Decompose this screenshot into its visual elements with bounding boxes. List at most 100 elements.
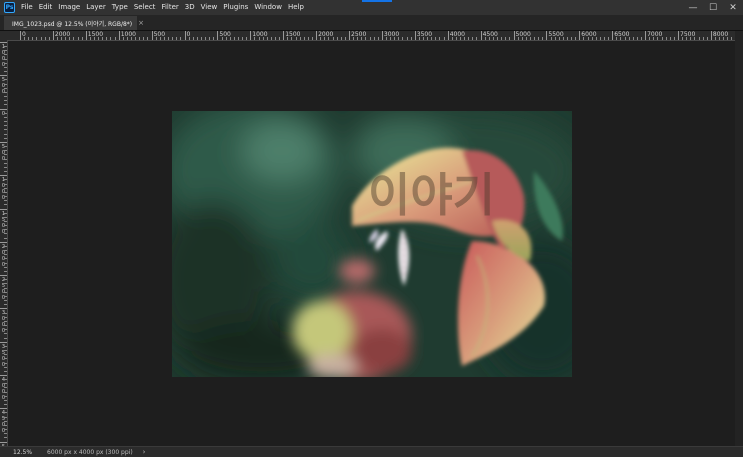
ruler-v-minor-tick — [4, 212, 7, 214]
ruler-h-major-tick — [612, 31, 614, 40]
ruler-h-minor-tick — [357, 37, 359, 40]
ruler-v-minor-tick — [4, 245, 7, 247]
menu-filter[interactable]: Filter — [161, 0, 178, 15]
document-info[interactable]: 6000 px x 4000 px (300 ppi) — [47, 449, 133, 456]
document-tab[interactable]: IMG_1023.psd @ 12.5% (이야기, RGB/8*) × — [4, 16, 144, 30]
ruler-v-minor-tick — [4, 412, 7, 414]
ruler-h-minor-tick — [295, 37, 297, 40]
ruler-v-minor-tick — [4, 383, 7, 385]
ruler-h-minor-tick — [719, 37, 721, 40]
menu-file[interactable]: File — [21, 0, 33, 15]
ruler-h-minor-tick — [205, 37, 207, 40]
maximize-icon[interactable]: ☐ — [703, 0, 723, 15]
ruler-v-major-tick — [0, 275, 7, 277]
ruler-v-minor-tick — [4, 362, 7, 364]
tab-close-icon[interactable]: × — [138, 19, 144, 27]
ruler-h-minor-tick — [365, 37, 367, 40]
menu-help[interactable]: Help — [288, 0, 304, 15]
ruler-h-minor-tick — [554, 37, 556, 40]
ruler-origin[interactable] — [0, 31, 8, 40]
ruler-h-minor-tick — [336, 37, 338, 40]
vertical-scrollbar[interactable] — [735, 31, 743, 446]
ruler-h-major-tick — [678, 31, 679, 40]
ruler-h-minor-tick — [390, 37, 392, 40]
ruler-v-label: 4000 — [1, 377, 6, 401]
ruler-h-minor-tick — [262, 37, 264, 40]
ruler-h-minor-tick — [431, 37, 433, 40]
ruler-v-label: 3000 — [1, 310, 6, 335]
ruler-h-minor-tick — [525, 37, 527, 40]
ruler-v-minor-tick — [4, 158, 7, 160]
ruler-h-minor-tick — [550, 37, 552, 40]
ruler-h-minor-tick — [242, 37, 244, 40]
ruler-h-minor-tick — [196, 37, 198, 40]
ruler-h-major-tick — [118, 31, 120, 40]
ruler-h-minor-tick — [538, 37, 540, 40]
horizontal-ruler[interactable]: 0 2000 1500 1000 500 0 500 1000 1500 2000 2500 3000… — [8, 31, 735, 41]
ruler-h-minor-tick — [427, 37, 429, 40]
minimize-icon[interactable]: — — [683, 0, 703, 15]
ruler-h-major-tick — [513, 31, 515, 40]
ruler-h-minor-tick — [143, 37, 145, 40]
ruler-h-minor-tick — [311, 37, 313, 40]
ruler-h-minor-tick — [731, 37, 733, 40]
ruler-v-label: 4500 — [1, 410, 6, 435]
ruler-h-minor-tick — [233, 37, 235, 40]
ruler-h-minor-tick — [192, 37, 194, 40]
ruler-v-minor-tick — [4, 225, 7, 227]
ruler-v-minor-tick — [4, 96, 7, 98]
ruler-h-minor-tick — [200, 37, 202, 40]
ruler-v-minor-tick — [4, 304, 7, 306]
ruler-v-minor-tick — [4, 320, 7, 322]
ruler-v-minor-tick — [4, 191, 7, 193]
close-icon[interactable]: ✕ — [723, 0, 743, 15]
menu-plugins[interactable]: Plugins — [223, 0, 248, 15]
ruler-h-minor-tick — [591, 37, 593, 40]
menu-select[interactable]: Select — [134, 0, 156, 15]
ruler-h-minor-tick — [176, 37, 178, 40]
ruler-v-minor-tick — [4, 295, 7, 297]
document-canvas-image[interactable]: 이야기 — [172, 111, 572, 377]
ruler-h-minor-tick — [418, 37, 420, 40]
ruler-v-minor-tick — [4, 79, 7, 81]
ruler-h-minor-tick — [258, 37, 260, 40]
ruler-h-minor-tick — [324, 37, 326, 40]
menu-image[interactable]: Image — [58, 0, 80, 15]
ruler-v-minor-tick — [4, 171, 7, 173]
menu-3d[interactable]: 3D — [185, 0, 195, 15]
ruler-h-minor-tick — [287, 37, 289, 40]
ruler-h-minor-tick — [665, 37, 667, 40]
ruler-v-minor-tick — [4, 337, 7, 339]
ruler-h-minor-tick — [702, 37, 704, 40]
ruler-v-minor-tick — [4, 71, 7, 73]
ruler-v-minor-tick — [4, 179, 7, 181]
ruler-v-minor-tick — [4, 266, 7, 268]
ruler-h-major-tick — [645, 31, 647, 40]
ruler-h-minor-tick — [673, 37, 675, 40]
ruler-h-minor-tick — [303, 37, 305, 40]
ruler-h-minor-tick — [488, 37, 490, 40]
ruler-h-minor-tick — [575, 37, 577, 40]
ruler-v-minor-tick — [4, 287, 7, 289]
ruler-h-major-tick — [414, 31, 416, 40]
ruler-v-minor-tick — [4, 391, 7, 393]
zoom-level[interactable]: 12.5% — [13, 449, 35, 456]
photoshop-logo-icon[interactable]: Ps — [4, 2, 15, 13]
ruler-h-major-tick — [20, 31, 21, 40]
menu-type[interactable]: Type — [112, 0, 128, 15]
chevron-right-icon[interactable]: › — [143, 448, 146, 456]
menu-window[interactable]: Window — [254, 0, 282, 15]
ruler-v-minor-tick — [4, 350, 7, 352]
ruler-v-minor-tick — [4, 379, 7, 381]
ruler-h-minor-tick — [180, 37, 182, 40]
ruler-v-minor-tick — [4, 366, 7, 368]
menu-edit[interactable]: Edit — [39, 0, 53, 15]
menu-layer[interactable]: Layer — [86, 0, 106, 15]
ruler-h-minor-tick — [44, 37, 46, 40]
ruler-h-minor-tick — [521, 37, 523, 40]
menu-view[interactable]: View — [201, 0, 218, 15]
vertical-ruler[interactable]: 1000500050010001500200025003000350040004… — [0, 40, 8, 446]
ruler-h-minor-tick — [460, 37, 462, 40]
ruler-h-minor-tick — [237, 37, 239, 40]
ruler-h-minor-tick — [706, 37, 708, 40]
